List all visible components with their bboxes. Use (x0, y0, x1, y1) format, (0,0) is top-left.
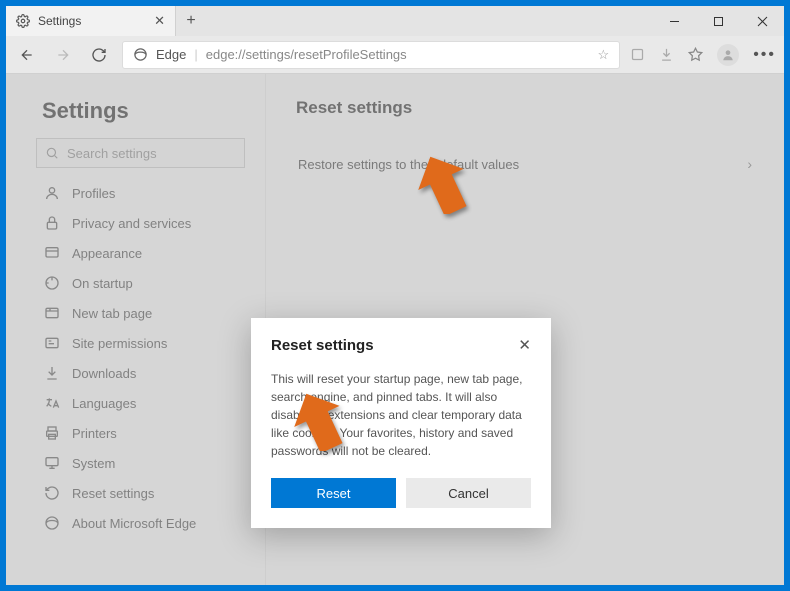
content-area: Settings Search settings Profiles Privac… (6, 74, 784, 585)
close-window-button[interactable] (740, 6, 784, 36)
forward-button[interactable] (50, 42, 76, 68)
toolbar-right: ••• (630, 44, 776, 66)
window-controls (652, 6, 784, 36)
close-tab-icon[interactable]: ✕ (154, 13, 165, 29)
titlebar: Settings ✕ + (6, 6, 784, 36)
favorite-icon[interactable]: ☆ (598, 47, 610, 63)
maximize-button[interactable] (696, 6, 740, 36)
browser-window: Settings ✕ + Edge | edge://settings/rese… (6, 6, 784, 585)
cancel-button[interactable]: Cancel (406, 478, 531, 508)
reset-button[interactable]: Reset (271, 478, 396, 508)
gear-icon (16, 14, 30, 28)
refresh-button[interactable] (86, 42, 112, 68)
minimize-button[interactable] (652, 6, 696, 36)
favorites-icon[interactable] (688, 47, 703, 62)
annotation-arrow-2 (294, 391, 344, 451)
profile-avatar[interactable] (717, 44, 739, 66)
downloads-icon[interactable] (659, 47, 674, 62)
back-button[interactable] (14, 42, 40, 68)
tab-title: Settings (38, 14, 81, 28)
browser-tab[interactable]: Settings ✕ (6, 6, 176, 36)
dialog-title: Reset settings (271, 337, 374, 354)
toolbar: Edge | edge://settings/resetProfileSetti… (6, 36, 784, 74)
separator: | (194, 47, 197, 62)
close-icon[interactable]: ✕ (518, 336, 531, 354)
address-bar[interactable]: Edge | edge://settings/resetProfileSetti… (122, 41, 620, 69)
extensions-icon[interactable] (630, 47, 645, 62)
url-text: edge://settings/resetProfileSettings (206, 47, 590, 62)
scheme-label: Edge (156, 47, 186, 62)
new-tab-button[interactable]: + (176, 6, 206, 36)
edge-icon (133, 47, 148, 62)
more-menu-icon[interactable]: ••• (753, 46, 776, 64)
annotation-arrow-1 (418, 154, 468, 214)
